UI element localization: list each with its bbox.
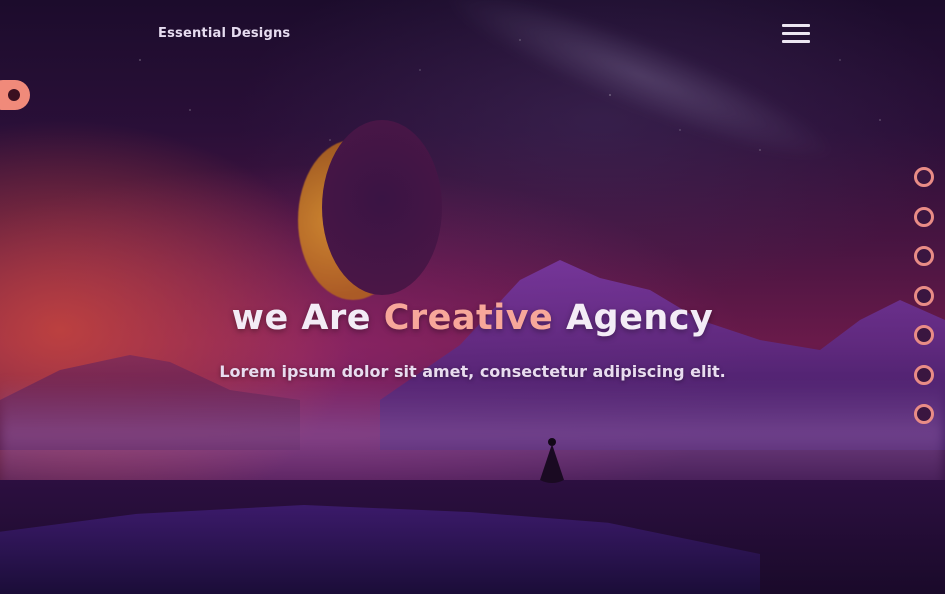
- hero-subtitle: Lorem ipsum dolor sit amet, consectetur …: [219, 362, 726, 381]
- pager-dot-2[interactable]: [914, 206, 934, 227]
- pager-dot-6[interactable]: [914, 364, 934, 385]
- menu-line: [782, 40, 810, 43]
- cloaked-figure: [540, 438, 564, 483]
- side-panel-toggle[interactable]: [0, 80, 30, 110]
- pager-dot-1[interactable]: [914, 167, 934, 187]
- hero-title-end: Agency: [553, 298, 714, 338]
- hero-title-start: we Are: [231, 298, 384, 338]
- pager-dot-4[interactable]: [914, 285, 934, 306]
- menu-line: [782, 32, 810, 35]
- hero-title-accent: Creative: [383, 298, 554, 338]
- dot-icon: [8, 89, 20, 101]
- hamburger-menu-icon[interactable]: [780, 22, 812, 48]
- hero-title: we Are Creative Agency: [0, 298, 945, 338]
- menu-line: [782, 24, 810, 27]
- pager-dot-7[interactable]: [914, 404, 934, 424]
- slide-pager: [914, 167, 936, 444]
- hero-page: Essential Designs we Are Creative Agency…: [0, 0, 945, 594]
- brand-logo-text[interactable]: Essential Designs: [158, 26, 290, 41]
- pager-dot-5[interactable]: [914, 325, 934, 345]
- pager-dot-3[interactable]: [914, 246, 934, 266]
